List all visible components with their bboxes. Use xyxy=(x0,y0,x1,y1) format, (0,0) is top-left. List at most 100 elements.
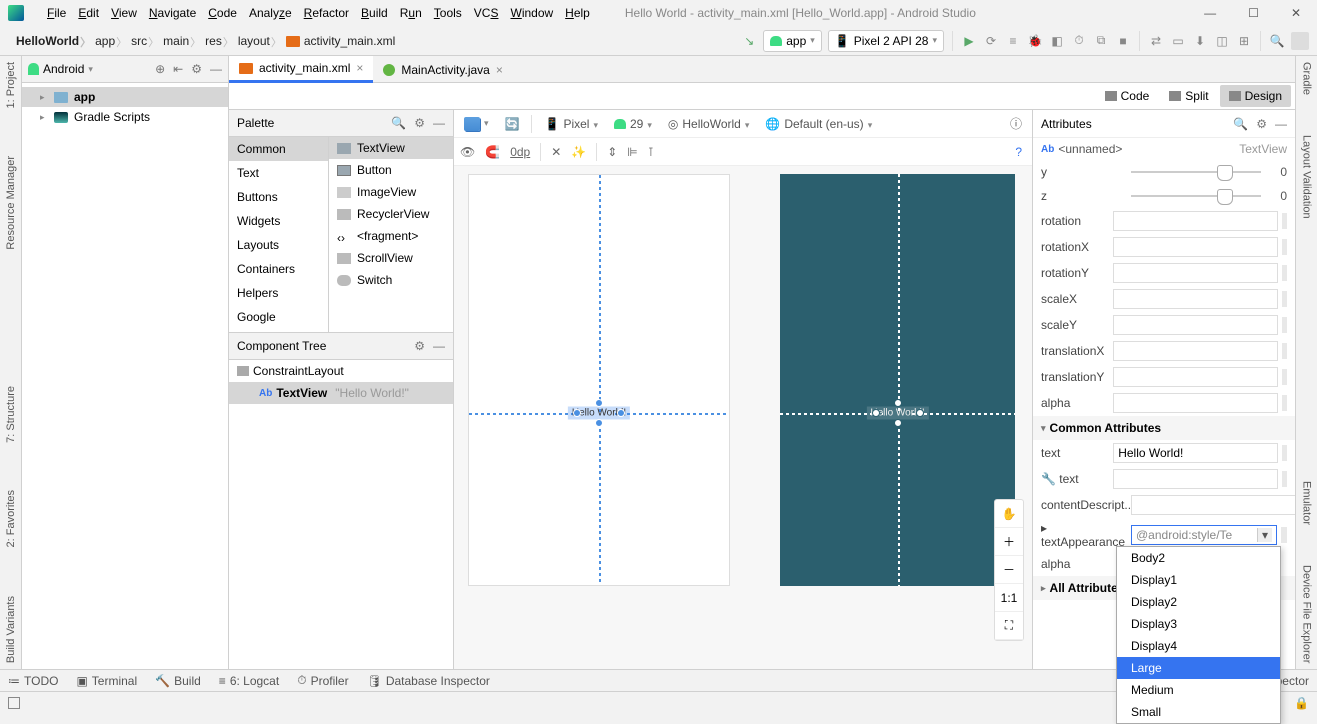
settings-icon[interactable]: ⚙ xyxy=(191,62,202,76)
tree-node-constraintlayout[interactable]: ConstraintLayout xyxy=(229,360,453,382)
dd-item-body2[interactable]: Body2 xyxy=(1117,547,1280,569)
tool-gradle[interactable]: Gradle xyxy=(1301,62,1313,95)
menu-edit[interactable]: Edit xyxy=(73,4,104,22)
dd-item-display3[interactable]: Display3 xyxy=(1117,613,1280,635)
menu-window[interactable]: Window xyxy=(505,4,558,22)
palette-item-textview[interactable]: TextView xyxy=(329,137,453,159)
search-everywhere-icon[interactable]: 🔍 xyxy=(1269,33,1285,49)
menu-build[interactable]: Build xyxy=(356,4,393,22)
palette-settings-icon[interactable]: ⚙ xyxy=(414,116,425,130)
tool-resource-manager[interactable]: Resource Manager xyxy=(5,156,17,250)
pan-tool-button[interactable]: ✋ xyxy=(995,500,1023,528)
dd-item-large[interactable]: Large xyxy=(1117,657,1280,679)
blueprint-preview[interactable]: Hello World! xyxy=(780,174,1015,586)
pack-icon[interactable]: ⇕ xyxy=(607,145,617,159)
surface-selector[interactable]: ▾ xyxy=(460,115,493,133)
input-alpha1[interactable] xyxy=(1113,393,1278,413)
tool-project[interactable]: 1: Project xyxy=(5,62,17,108)
dd-item-small[interactable]: Small xyxy=(1117,701,1280,723)
coverage-icon[interactable]: ◧ xyxy=(1049,33,1065,49)
palette-item-recyclerview[interactable]: RecyclerView xyxy=(329,203,453,225)
tab-main-activity[interactable]: MainActivity.java × xyxy=(373,58,513,82)
tool-logcat[interactable]: ≡ 6: Logcat xyxy=(219,674,279,688)
zoom-out-button[interactable]: － xyxy=(995,556,1023,584)
palette-hide-icon[interactable]: — xyxy=(433,116,445,130)
lock-icon[interactable]: 🔒 xyxy=(1294,696,1309,710)
view-mode-split[interactable]: Split xyxy=(1160,85,1217,107)
stop-button[interactable]: ■ xyxy=(1115,33,1131,49)
autoconnect-icon[interactable]: 🧲 xyxy=(485,145,500,159)
tool-layout-validation[interactable]: Layout Validation xyxy=(1301,135,1313,219)
menu-navigate[interactable]: Navigate xyxy=(144,4,201,22)
input-rotationy[interactable] xyxy=(1113,263,1278,283)
tool-todo[interactable]: ≔ TODO xyxy=(8,674,58,688)
clear-constraints-icon[interactable]: ✕ xyxy=(551,145,561,159)
combo-text-appearance[interactable]: @android:style/Te xyxy=(1131,525,1277,545)
view-mode-code[interactable]: Code xyxy=(1096,85,1159,107)
tool-device-file-explorer[interactable]: Device File Explorer xyxy=(1301,565,1313,663)
view-options-icon[interactable]: 👁 xyxy=(460,145,475,159)
attach-debugger-icon[interactable]: ⧉ xyxy=(1093,33,1109,49)
palette-item-button[interactable]: Button xyxy=(329,159,453,181)
menu-tools[interactable]: Tools xyxy=(429,4,467,22)
sync-gradle-icon[interactable]: ⇄ xyxy=(1148,33,1164,49)
run-button[interactable]: ▶ xyxy=(961,33,977,49)
dd-item-display2[interactable]: Display2 xyxy=(1117,591,1280,613)
project-node-gradle[interactable]: ▸ Gradle Scripts xyxy=(22,107,228,127)
expand-arrow-icon[interactable]: ▸ xyxy=(40,92,48,103)
status-indicator-icon[interactable] xyxy=(8,697,20,709)
orientation-button[interactable]: 🔄 xyxy=(501,115,524,133)
close-button[interactable]: ✕ xyxy=(1283,4,1309,22)
palette-cat-layouts[interactable]: Layouts xyxy=(229,233,328,257)
tool-profiler[interactable]: ⏱ Profiler xyxy=(297,673,348,688)
close-tab-icon[interactable]: × xyxy=(356,61,363,75)
expand-arrow-icon[interactable]: ▸ xyxy=(40,112,48,123)
dd-item-display1[interactable]: Display1 xyxy=(1117,569,1280,591)
tool-favorites[interactable]: 2: Favorites xyxy=(5,490,17,547)
menu-vcs[interactable]: VCS xyxy=(469,4,504,22)
tool-emulator[interactable]: Emulator xyxy=(1301,481,1313,525)
palette-item-fragment[interactable]: ‹›<fragment> xyxy=(329,225,453,247)
input-text-tools[interactable] xyxy=(1113,469,1278,489)
tool-database-inspector[interactable]: 🛢 Database Inspector xyxy=(367,674,490,688)
layout-inspector-icon[interactable]: ⊞ xyxy=(1236,33,1252,49)
palette-item-imageview[interactable]: ImageView xyxy=(329,181,453,203)
attr-search-icon[interactable]: 🔍 xyxy=(1233,117,1248,131)
menu-run[interactable]: Run xyxy=(395,4,427,22)
tool-build-variants[interactable]: Build Variants xyxy=(5,596,17,663)
dd-item-medium[interactable]: Medium xyxy=(1117,679,1280,701)
input-rotation[interactable] xyxy=(1113,211,1278,231)
section-common-attributes[interactable]: Common Attributes xyxy=(1033,416,1295,440)
attr-settings-icon[interactable]: ⚙ xyxy=(1256,117,1267,131)
input-scalex[interactable] xyxy=(1113,289,1278,309)
align-icon[interactable]: ⊫ xyxy=(627,145,637,159)
design-preview-light[interactable]: Hello World! xyxy=(468,174,730,586)
palette-search-icon[interactable]: 🔍 xyxy=(391,116,406,130)
slider-y[interactable]: 0 xyxy=(1131,165,1287,179)
theme-menu[interactable]: ◎ HelloWorld xyxy=(664,115,753,133)
input-scaley[interactable] xyxy=(1113,315,1278,335)
maximize-button[interactable]: ☐ xyxy=(1240,4,1267,22)
menu-file[interactable]: File xyxy=(42,4,71,22)
design-surface[interactable]: Hello World! Hello World! xyxy=(454,166,1032,669)
tree-hide-icon[interactable]: — xyxy=(433,339,445,353)
attr-hide-icon[interactable]: — xyxy=(1275,117,1287,131)
palette-item-switch[interactable]: Switch xyxy=(329,269,453,291)
canvas-warnings-icon[interactable]: ⓘ xyxy=(1006,113,1026,134)
menu-help[interactable]: Help xyxy=(560,4,595,22)
project-view-mode[interactable]: Android xyxy=(43,62,84,76)
crumb-layout[interactable]: layout xyxy=(230,31,278,51)
crumb-main[interactable]: main xyxy=(155,31,197,51)
zoom-fit-button[interactable]: ⛶ xyxy=(995,612,1023,640)
input-text[interactable] xyxy=(1113,443,1278,463)
api-menu[interactable]: 29 xyxy=(610,115,656,133)
tree-node-textview[interactable]: Ab TextView "Hello World!" xyxy=(229,382,453,404)
dd-item-display4[interactable]: Display4 xyxy=(1117,635,1280,657)
tool-terminal[interactable]: ▣ Terminal xyxy=(76,674,137,688)
palette-cat-buttons[interactable]: Buttons xyxy=(229,185,328,209)
input-translationx[interactable] xyxy=(1113,341,1278,361)
user-avatar[interactable] xyxy=(1291,32,1309,50)
project-node-app[interactable]: ▸ app xyxy=(22,87,228,107)
input-content-description[interactable] xyxy=(1131,495,1296,515)
collapse-all-icon[interactable]: ⇤ xyxy=(173,62,183,76)
